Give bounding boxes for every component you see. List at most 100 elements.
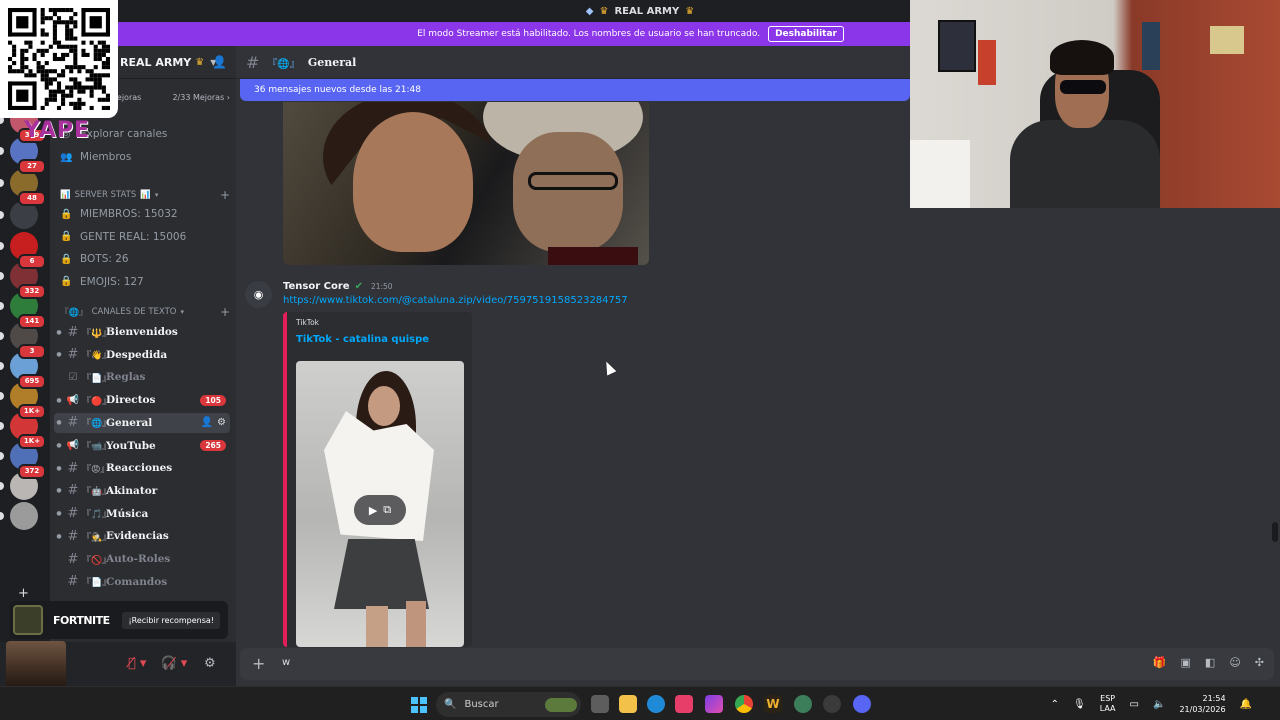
link-embed: TikTok TikTok - catalina quispe ▶ ⧉ [283, 312, 472, 647]
channel-reglas[interactable]: ☑ 『📄』 Reglas [54, 367, 230, 387]
unread-indicator [0, 332, 4, 340]
channel-name: Comandos [106, 575, 168, 588]
stats-channel[interactable]: 🔒 MIEMBROS: 15032 [60, 204, 230, 224]
discord-avatar-icon[interactable]: ◉ [245, 281, 272, 308]
apps-icon[interactable]: ✣ [1255, 656, 1264, 669]
video-attachment[interactable] [283, 102, 649, 265]
channel-despedida[interactable]: ● # 『👋』 Despedida [54, 345, 230, 365]
message-composer[interactable]: + w 🎁 ▣ ◧ ☺ ✣ [240, 648, 1274, 680]
volume-icon[interactable]: 🔈 [1153, 699, 1165, 710]
microphone-icon[interactable]: 🎙 [1073, 699, 1086, 710]
stats-channel[interactable]: 🔒 GENTE REAL: 15006 [60, 227, 230, 247]
chevron-up-icon[interactable]: ⌃ [1051, 699, 1059, 710]
channel-akinator[interactable]: ● # 『🤖』 Akinator [54, 481, 230, 501]
windows-start-icon[interactable] [411, 697, 427, 713]
channel-m-sica[interactable]: ● # 『🎵』 Música [54, 504, 230, 524]
channel-general[interactable]: ● # 『🌐』 General 👤 ⚙ [54, 412, 230, 433]
hashtag-icon: # [67, 415, 79, 431]
streamer-mode-banner: El modo Streamer está habilitado. Los no… [0, 22, 910, 46]
channel-emoji: 『🌐』 [267, 58, 300, 70]
game-promo[interactable]: FORTNITE ¡Recibir recompensa! [10, 601, 228, 639]
chrome-icon[interactable] [735, 695, 753, 713]
crown-icon: ♛ [685, 5, 695, 17]
server-icon[interactable] [10, 502, 38, 530]
play-video-button[interactable]: ▶ ⧉ [354, 495, 406, 525]
game-logo [13, 605, 43, 635]
channel-youtube[interactable]: ● 📢 『📹』 YouTube 265 [54, 436, 230, 456]
server-mention-badge: 48 [18, 191, 46, 206]
channel-bienvenidos[interactable]: ● # 『🔱』 Bienvenidos [54, 322, 230, 342]
channel-name: Directos [106, 394, 156, 407]
user-settings-icon[interactable]: ⚙ [204, 656, 216, 671]
language-indicator[interactable]: ESP LAA [1100, 694, 1116, 714]
nav-label: Miembros [80, 151, 132, 163]
taskbar-search[interactable]: 🔍 Buscar [436, 692, 581, 717]
windows-taskbar: 🔍 Buscar W ⌃ 🎙 ESP LAA ▭ 🔈 21:54 21/03/202… [0, 686, 1280, 720]
add-channel-icon[interactable]: + [220, 188, 230, 202]
emoji-icon[interactable]: ☺ [1229, 656, 1240, 669]
category-server-stats[interactable]: 📊 SERVER STATS 📊 ▾ + [60, 187, 230, 203]
gift-icon[interactable]: 🎁 [1153, 656, 1167, 669]
message-link[interactable]: https://www.tiktok.com/@cataluna.zip/vid… [283, 295, 628, 306]
channel-emoji: 『📹』 [82, 442, 112, 452]
channel-comandos[interactable]: # 『📄』 Comandos [54, 572, 230, 592]
network-icon[interactable]: ▭ [1130, 699, 1139, 710]
chat-scrollbar[interactable] [1272, 522, 1278, 542]
channel-emoji: 『📄』 [82, 373, 112, 384]
message-author[interactable]: Tensor Core [283, 281, 350, 292]
embed-provider[interactable]: TikTok [296, 318, 319, 327]
unread-dot-icon: ● [56, 442, 62, 449]
search-icon: 🔍 [444, 699, 457, 710]
server-mention-badge: 1K+ [18, 434, 46, 449]
taskbar-clock[interactable]: 21:54 21/03/2026 [1179, 693, 1225, 715]
channel-auto-roles[interactable]: # 『🚫』 Auto-Roles [54, 549, 230, 569]
microphone-muted-icon[interactable]: 🎙̸ ▾ [128, 656, 146, 671]
discord-icon[interactable] [853, 695, 871, 713]
mention-badge: 265 [200, 440, 226, 451]
channel-settings-icon[interactable]: ⚙ [217, 417, 226, 428]
channel-directos[interactable]: ● 📢 『🔴』 Directos 105 [54, 390, 230, 410]
stats-channel[interactable]: 🔒 BOTS: 26 [60, 249, 230, 269]
github-desktop-icon[interactable] [823, 695, 841, 713]
unread-dot-icon: ● [56, 487, 62, 495]
category-text-channels[interactable]: 『🌐』 CANALES DE TEXTO ▾ + [60, 304, 230, 320]
channel-evidencias[interactable]: ● # 『🕵』 Evidencias [54, 526, 230, 546]
embed-thumbnail[interactable]: ▶ ⧉ [296, 361, 464, 647]
channel-name: Akinator [106, 484, 158, 497]
invite-people-icon[interactable]: 👤 [212, 55, 227, 69]
add-attachment-icon[interactable]: + [252, 654, 265, 673]
game-launcher-icon[interactable]: W [764, 695, 782, 713]
edge-browser-icon[interactable] [647, 695, 665, 713]
notification-bell-icon[interactable]: 🔔 [1240, 699, 1252, 710]
message-input[interactable]: w [282, 657, 290, 668]
obs-studio-icon[interactable] [794, 695, 812, 713]
headphones-deafened-icon[interactable]: 🎧̸ ▾ [160, 656, 187, 671]
sticker-icon[interactable]: ◧ [1205, 656, 1215, 669]
boost-progress[interactable]: Mejoras 2/33 Mejoras › [110, 93, 230, 102]
embed-title[interactable]: TikTok - catalina quispe [296, 334, 429, 345]
add-channel-icon[interactable]: + [220, 305, 230, 319]
invite-icon[interactable]: 👤 [201, 417, 213, 428]
new-messages-bar[interactable]: 36 mensajes nuevos desde las 21:48 [240, 79, 910, 101]
disable-streamer-mode-button[interactable]: Deshabilitar [768, 26, 844, 42]
qr-code [0, 0, 118, 118]
crown-icon: ♛ [599, 5, 609, 17]
stats-channel[interactable]: 🔒 EMOJIS: 127 [60, 272, 230, 292]
copilot-icon[interactable] [705, 695, 723, 713]
yape-logo: YAPE [24, 118, 91, 143]
hashtag-icon: # [67, 506, 79, 522]
task-view-icon[interactable] [591, 695, 609, 713]
add-server-icon[interactable]: + [18, 586, 29, 601]
hashtag-icon: # [67, 460, 79, 476]
snipping-tool-icon[interactable] [675, 695, 693, 713]
channel-name: Despedida [106, 348, 168, 361]
channel-reacciones[interactable]: ● # 『😡』 Reacciones [54, 458, 230, 478]
channel-name: Reacciones [106, 462, 173, 475]
rules-icon: ☑ [68, 371, 78, 383]
claim-reward-button[interactable]: ¡Recibir recompensa! [122, 611, 220, 629]
nav-members[interactable]: 👥 Miembros [60, 147, 230, 167]
search-highlight-icon [545, 697, 577, 712]
gif-icon[interactable]: ▣ [1181, 656, 1191, 669]
file-explorer-icon[interactable] [619, 695, 637, 713]
unread-dot-icon: ● [56, 351, 62, 359]
